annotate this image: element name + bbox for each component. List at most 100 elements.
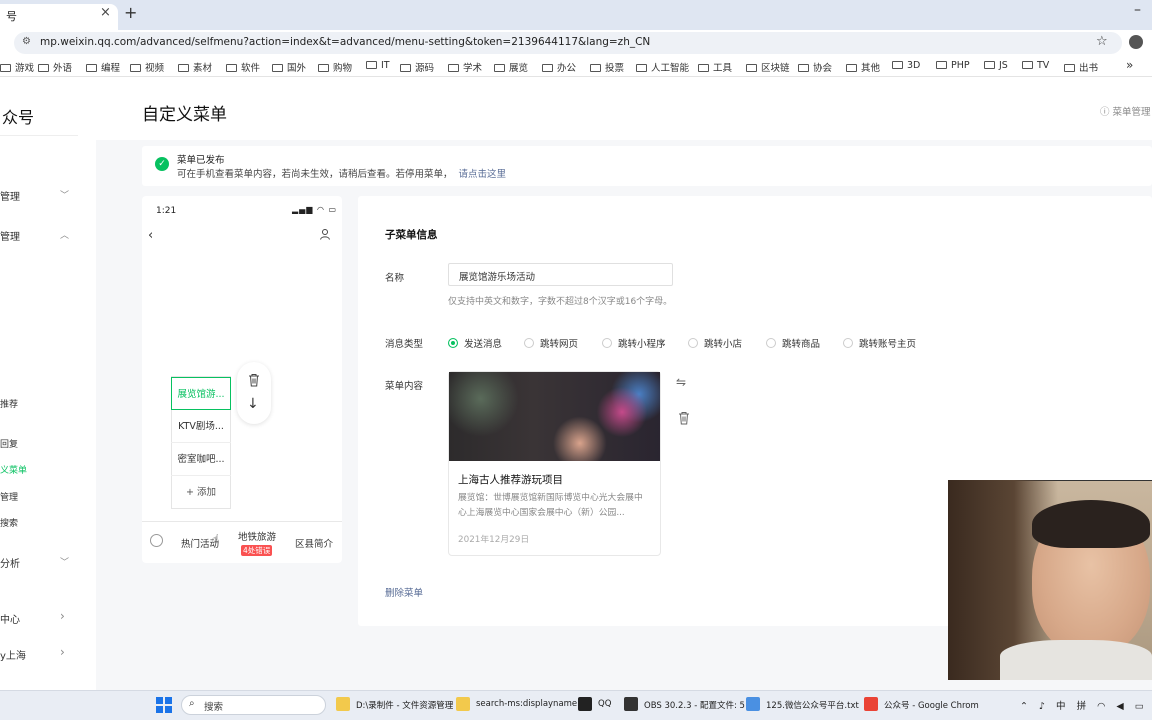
sidebar-item-analytics[interactable]: 分析 [0,555,20,570]
move-down-icon[interactable]: ↓ [247,396,259,412]
windows-start-icon[interactable] [156,697,172,713]
sidebar-item-recommend[interactable]: 推荐 [0,397,18,410]
bookmark-label: 办公 [557,63,577,74]
taskbar-app[interactable]: QQ [598,699,611,709]
app-icon[interactable] [864,697,878,711]
sidebar [0,78,96,690]
sidebar-item-feature-manage[interactable]: 管理 [0,228,20,243]
sidebar-item-manage[interactable]: 管理 [0,490,18,503]
webcam-person-hair [1032,500,1150,548]
sidebar-item-content-manage[interactable]: 管理 [0,188,20,203]
bookmark-label: JS [999,60,1008,71]
taskbar-app[interactable]: search-ms:displayname [476,699,577,709]
folder-icon [272,64,283,72]
chevron-down-icon: ﹀ [60,558,70,568]
bookmark-folder[interactable]: 其他 [846,60,880,74]
folder-icon [0,64,11,72]
delete-menu-link[interactable]: 删除菜单 [385,585,423,599]
taskbar-app[interactable]: 125.微信公众号平台.txt [766,699,859,711]
folder-icon [400,64,411,72]
radio-icon [448,338,458,348]
submenu-item[interactable]: 密室咖吧... [171,443,231,476]
app-icon[interactable] [624,697,638,711]
message-type-option[interactable]: 跳转账号主页 [843,336,916,350]
sidebar-item-account[interactable]: y上海 [0,647,26,662]
bookmark-folder[interactable]: 协会 [798,60,832,74]
system-tray[interactable]: ⌃ ♪ 中 拼 ◠ ◀ ▭ [1020,698,1148,712]
bookmark-folder[interactable]: 办公 [542,60,576,74]
bookmark-folder[interactable]: 源码 [400,60,434,74]
app-icon[interactable] [336,697,350,711]
bookmark-label: 游戏 [15,63,35,74]
submenu-item[interactable]: KTV剧场... [171,410,231,443]
bookmark-folder[interactable]: 投票 [590,60,624,74]
taskbar-app[interactable]: 公众号 - Google Chrom [884,699,979,711]
sidebar-item-custom-menu[interactable]: 义菜单 [0,463,27,476]
new-tab-button[interactable]: + [124,3,137,22]
name-input[interactable]: 展览馆游乐场活动 [448,263,673,286]
bookmark-folder[interactable]: 工具 [698,60,732,74]
taskbar-app[interactable]: D:\录制件 - 文件资源管理 [356,699,453,711]
app-icon[interactable] [746,697,760,711]
menu-tab-metro[interactable]: 地铁旅游 [238,529,276,543]
phone-clock: 1:21 [156,206,177,216]
bookmark-folder[interactable]: 展览 [494,60,528,74]
address-bar[interactable]: mp.weixin.qq.com/advanced/selfmenu?actio… [14,32,1122,54]
bookmark-folder[interactable]: 外语 [38,60,72,74]
message-type-option[interactable]: 跳转网页 [524,336,578,350]
menu-tab-district[interactable]: 区县简介 [295,536,333,550]
minimize-button[interactable]: – [1134,2,1141,18]
sidebar-item-auto-reply[interactable]: 回复 [0,437,18,450]
app-icon[interactable] [456,697,470,711]
submenu-item-selected[interactable]: 展览馆游... [171,377,231,410]
add-submenu-button[interactable]: + 添加 [171,476,231,509]
bookmark-folder[interactable]: 素材 [178,60,212,74]
name-hint: 仅支持中英文和数字，字数不超过8个汉字或16个字母。 [448,297,673,307]
bookmark-folder[interactable]: 出书 [1064,60,1098,74]
bookmark-folder[interactable]: IT [366,60,390,71]
bookmark-folder[interactable]: 3D [892,60,920,71]
tab-title: 号 [6,10,17,23]
name-label: 名称 [385,273,405,284]
taskbar-search[interactable]: 搜索 [181,695,326,715]
radio-icon [602,338,612,348]
bookmark-folder[interactable]: 软件 [226,60,260,74]
folder-icon [798,64,809,72]
folder-icon [494,64,505,72]
message-type-option[interactable]: 发送消息 [448,336,502,350]
signal-wifi-battery-icon: ▂▄▆ ◠ ▭ [292,205,338,214]
bookmark-folder[interactable]: 编程 [86,60,120,74]
bookmark-folder[interactable]: 游戏 [0,60,34,74]
bookmark-folder[interactable]: 人工智能 [636,60,689,74]
message-type-option[interactable]: 跳转小程序 [602,336,666,350]
bookmark-star-icon[interactable]: ☆ [1096,34,1108,49]
app-icon[interactable] [578,697,592,711]
notice-description: 可在手机查看菜单内容，若尚未生效，请稍后查看。若停用菜单， 请点击这里 [177,166,506,180]
sidebar-item-center[interactable]: 中心 [0,611,20,626]
bookmark-folder[interactable]: 购物 [318,60,352,74]
bookmark-folder[interactable]: JS [984,60,1008,71]
bookmark-folder[interactable]: 学术 [448,60,482,74]
bookmark-folder[interactable]: 区块链 [746,60,790,74]
trash-icon[interactable] [678,411,690,425]
help-link[interactable]: ⓘ 菜单管理 [1100,104,1151,118]
profile-avatar[interactable] [1129,35,1143,49]
sidebar-item-search[interactable]: 搜索 [0,516,18,529]
radio-icon [843,338,853,348]
site-info-icon[interactable]: ⚙ [22,36,33,47]
taskbar-app[interactable]: OBS 30.2.3 - 配置文件: 5 [644,699,745,711]
swap-icon[interactable]: ⇋ [676,375,686,389]
bookmark-folder[interactable]: PHP [936,60,970,71]
bookmark-folder[interactable]: 国外 [272,60,306,74]
submenu-tools [237,362,271,424]
bookmark-label: TV [1037,60,1050,71]
bookmarks-more-icon[interactable]: » [1126,58,1133,72]
disable-menu-link[interactable]: 请点击这里 [459,169,507,180]
bookmark-folder[interactable]: 视频 [130,60,164,74]
message-type-label: 消息类型 [385,339,424,350]
bookmark-folder[interactable]: TV [1022,60,1049,71]
trash-icon[interactable] [248,373,260,387]
tab-close-icon[interactable]: × [100,5,111,20]
message-type-option[interactable]: 跳转小店 [688,336,742,350]
message-type-option[interactable]: 跳转商品 [766,336,820,350]
